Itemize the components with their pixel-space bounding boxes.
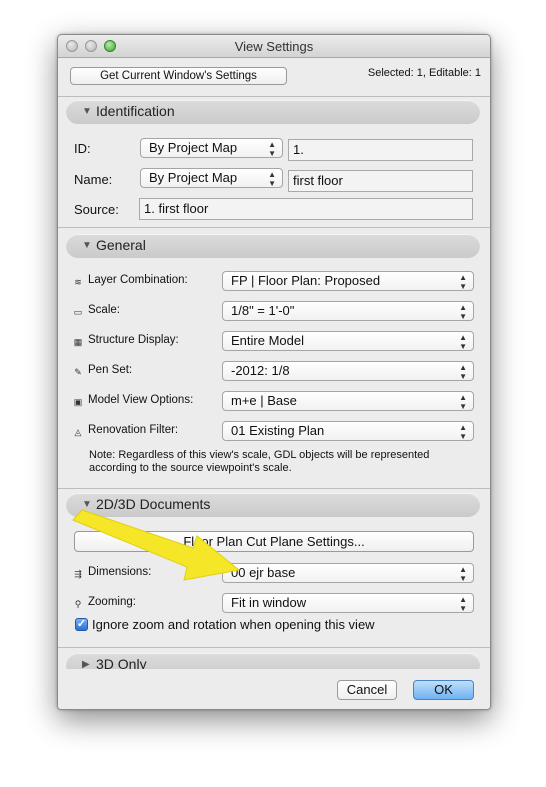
yellow-arrow-icon xyxy=(72,509,241,581)
annotation-arrow-overlay xyxy=(72,509,241,581)
